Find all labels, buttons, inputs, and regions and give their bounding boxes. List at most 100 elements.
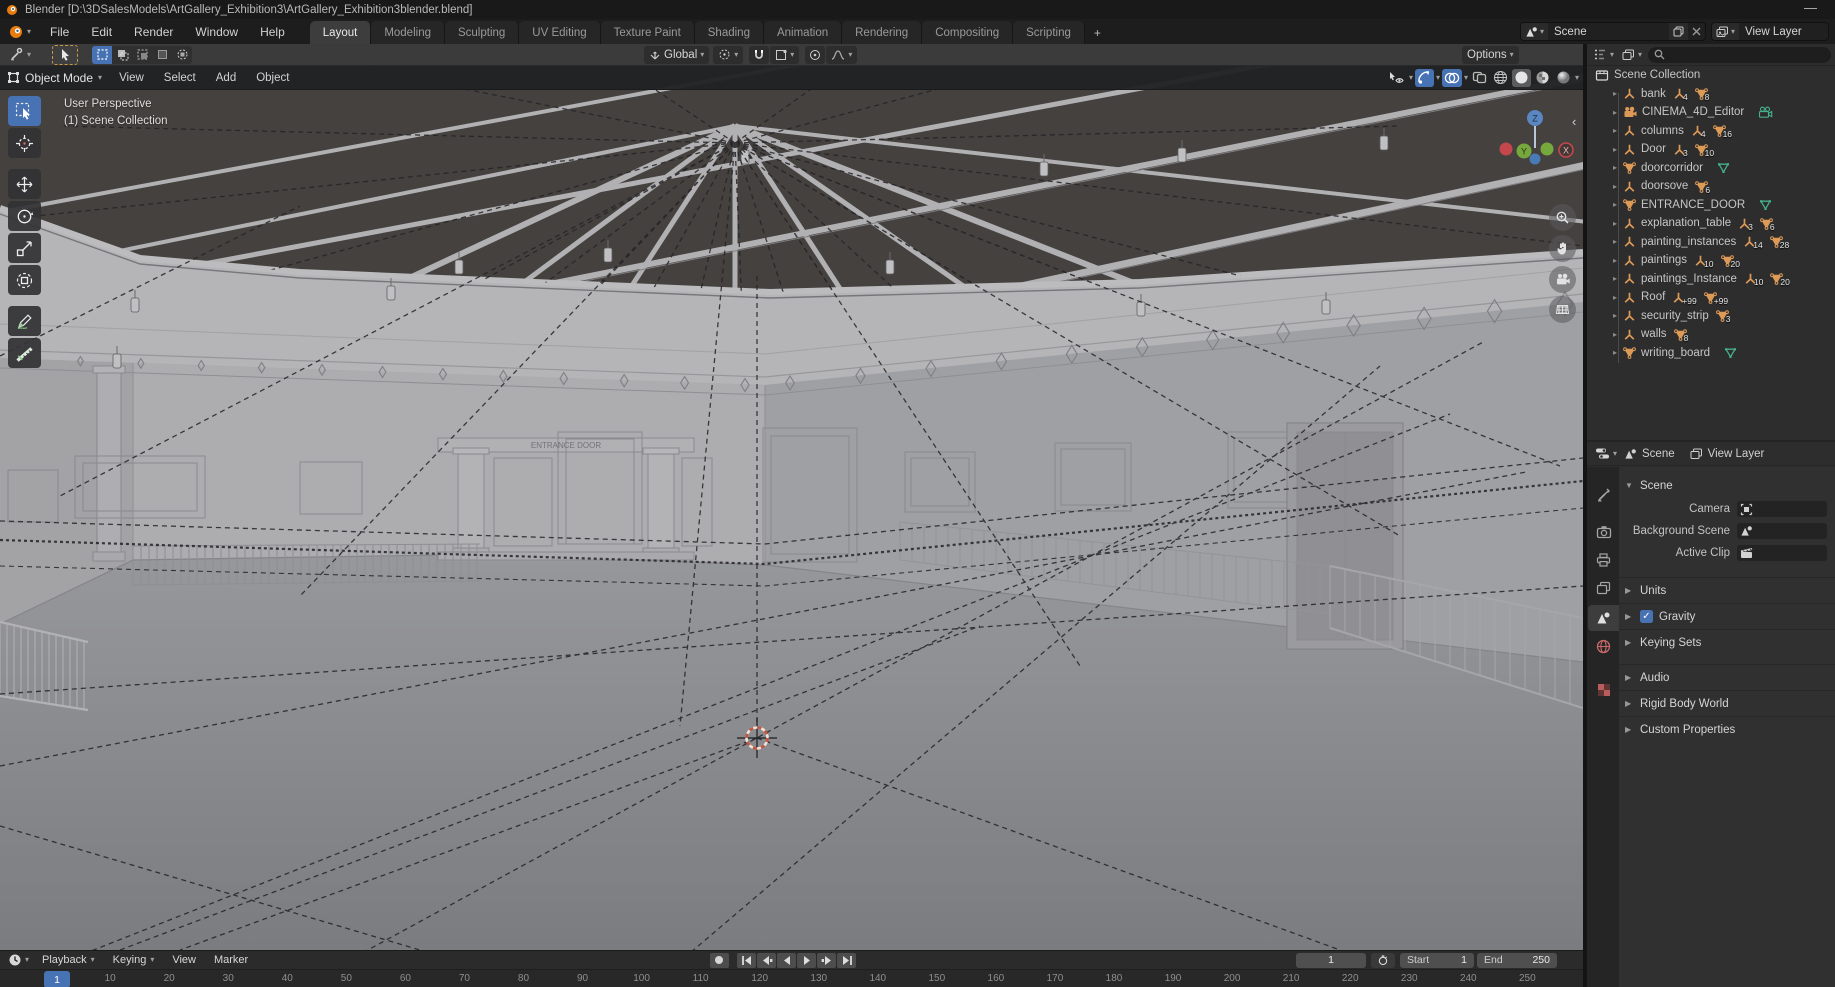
timeline-menu-view[interactable]: View	[163, 954, 205, 966]
search-input[interactable]	[1648, 46, 1831, 63]
tool-rotate[interactable]	[8, 201, 41, 231]
current-frame-field[interactable]: 1	[1296, 952, 1366, 968]
section-rigid-body-world[interactable]: ▶ Rigid Body World	[1625, 693, 1827, 714]
tool-transform[interactable]	[8, 265, 41, 295]
nav-zoom-button[interactable]	[1549, 204, 1576, 231]
tool-annotate[interactable]	[8, 306, 41, 336]
outliner-item-Roof[interactable]: ▸ Roof +99 +99	[1587, 288, 1835, 307]
outliner-item-doorsove[interactable]: ▸ doorsove 6	[1587, 177, 1835, 196]
select-mode-intersect[interactable]	[172, 45, 193, 64]
viewport-3d[interactable]: ENTRANCE DOOR Object Mode ▾ View Select …	[0, 66, 1583, 950]
shading-material[interactable]	[1533, 69, 1552, 87]
properties-tab-output[interactable]	[1588, 547, 1619, 573]
properties-tab-world[interactable]	[1588, 633, 1619, 659]
pivot-point-dropdown[interactable]: ▾	[713, 45, 744, 64]
outliner-filter-dropdown[interactable]: ▾	[1620, 46, 1644, 64]
breadcrumb-view-layer[interactable]: View Layer	[1708, 448, 1765, 460]
timeline-ruler[interactable]: 1 10 20 30 40 50 60 70 80 90 100 110 120 130 140 150 16…	[0, 969, 1583, 987]
snap-toggle[interactable]	[749, 45, 770, 64]
outliner-item-explanation_table[interactable]: ▸ explanation_table 3 6	[1587, 214, 1835, 233]
play-button[interactable]	[796, 952, 816, 968]
next-keyframe-button[interactable]	[816, 952, 836, 968]
tab-texture-paint[interactable]: Texture Paint	[600, 21, 695, 44]
outliner-item-paintings[interactable]: ▸ paintings 10 20	[1587, 251, 1835, 270]
outliner-item-painting_instances[interactable]: ▸ painting_instances 14 28	[1587, 233, 1835, 252]
frame-end-field[interactable]: End 250	[1477, 952, 1557, 968]
menu-window[interactable]: Window	[184, 25, 249, 39]
tab-modeling[interactable]: Modeling	[371, 21, 445, 44]
tool-move[interactable]	[8, 169, 41, 199]
mode-dropdown[interactable]: Object Mode ▾	[0, 66, 109, 89]
shading-rendered[interactable]	[1554, 69, 1573, 87]
shading-solid[interactable]	[1511, 68, 1531, 87]
tool-scale[interactable]	[8, 233, 41, 263]
outliner-item-doorcorridor[interactable]: ▸ doorcorridor	[1587, 159, 1835, 178]
frame-start-field[interactable]: Start 1	[1400, 952, 1474, 968]
menu-file[interactable]: File	[39, 25, 80, 39]
viewport-menu-select[interactable]: Select	[154, 72, 206, 84]
proportional-editing-toggle[interactable]	[805, 45, 826, 64]
viewport-menu-view[interactable]: View	[109, 72, 154, 84]
select-mode-extend[interactable]	[112, 45, 133, 64]
timeline-menu-playback[interactable]: Playback ▾	[33, 954, 104, 966]
tab-animation[interactable]: Animation	[763, 21, 843, 44]
tab-layout[interactable]: Layout	[309, 21, 372, 44]
active-clip-field[interactable]	[1737, 545, 1827, 561]
chevron-down-icon[interactable]: ▾	[1436, 73, 1440, 82]
properties-tab-texture[interactable]	[1588, 677, 1619, 703]
outliner-root-collection[interactable]: Scene Collection	[1587, 66, 1835, 85]
chevron-down-icon[interactable]: ▾	[1409, 73, 1413, 82]
new-scene-button[interactable]	[1669, 23, 1688, 40]
tab-scripting[interactable]: Scripting	[1013, 21, 1085, 44]
properties-tab-view-layer[interactable]	[1588, 575, 1619, 601]
jump-start-button[interactable]	[736, 952, 756, 968]
tool-cursor[interactable]	[8, 128, 41, 158]
show-gizmo-toggle[interactable]	[1414, 68, 1434, 87]
blender-menu-button[interactable]: ▾	[0, 19, 39, 44]
properties-tab-scene[interactable]	[1588, 605, 1619, 631]
proportional-falloff-dropdown[interactable]: ▾	[826, 45, 858, 64]
stopwatch-button[interactable]	[1371, 952, 1395, 968]
properties-tab-tool[interactable]	[1588, 481, 1619, 507]
outliner-item-CINEMA_4D_Editor[interactable]: ▸ CINEMA_4D_Editor	[1587, 103, 1835, 122]
shading-dropdown[interactable]: ▾	[1575, 73, 1579, 82]
tab-compositing[interactable]: Compositing	[922, 21, 1014, 44]
nav-pan-button[interactable]	[1549, 235, 1576, 262]
menu-render[interactable]: Render	[123, 25, 184, 39]
gravity-checkbox[interactable]: ✓	[1640, 610, 1653, 623]
tab-rendering[interactable]: Rendering	[842, 21, 923, 44]
select-mode-invert[interactable]	[152, 45, 173, 64]
play-reverse-button[interactable]	[776, 952, 796, 968]
section-units[interactable]: ▶ Units	[1625, 580, 1827, 601]
current-frame-marker[interactable]: 1	[44, 971, 70, 987]
jump-end-button[interactable]	[836, 952, 856, 968]
camera-field[interactable]	[1737, 501, 1827, 517]
menu-edit[interactable]: Edit	[80, 25, 123, 39]
outliner-item-columns[interactable]: ▸ columns 4 16	[1587, 122, 1835, 141]
breadcrumb-scene[interactable]: Scene	[1642, 448, 1675, 460]
view-layer-selector[interactable]: ▾ View Layer	[1711, 22, 1829, 41]
outliner-item-security_strip[interactable]: ▸ security_strip 3	[1587, 307, 1835, 326]
object-visibility-dropdown[interactable]	[1386, 69, 1407, 87]
select-mode-subtract[interactable]	[132, 45, 153, 64]
outliner-item-writing_board[interactable]: ▸ writing_board	[1587, 344, 1835, 363]
options-dropdown[interactable]: Options ▾	[1462, 46, 1519, 64]
unlink-scene-button[interactable]	[1688, 23, 1705, 40]
section-keying-sets[interactable]: ▶ Keying Sets	[1625, 632, 1827, 653]
section-custom-properties[interactable]: ▶ Custom Properties	[1625, 719, 1827, 740]
tab-sculpting[interactable]: Sculpting	[444, 21, 520, 44]
xray-toggle[interactable]	[1470, 69, 1489, 87]
section-scene[interactable]: ▼ Scene	[1625, 475, 1827, 496]
tool-select-box[interactable]	[8, 96, 41, 126]
snap-settings-dropdown[interactable]: ▾	[770, 45, 800, 64]
timeline-menu-marker[interactable]: Marker	[205, 954, 257, 966]
properties-editor-type-dropdown[interactable]: ▾	[1593, 445, 1619, 463]
shading-wireframe[interactable]	[1491, 69, 1510, 87]
active-tool-dropdown[interactable]: ▾	[4, 46, 36, 64]
tab-uv-editing[interactable]: UV Editing	[519, 21, 601, 44]
timeline-menu-keying[interactable]: Keying ▾	[104, 954, 164, 966]
outliner-item-paintings_Instance[interactable]: ▸ paintings_Instance 10 20	[1587, 270, 1835, 289]
tab-shading[interactable]: Shading	[694, 21, 764, 44]
select-mode-set[interactable]	[92, 45, 113, 64]
outliner-display-mode-dropdown[interactable]: ▾	[1591, 46, 1616, 64]
